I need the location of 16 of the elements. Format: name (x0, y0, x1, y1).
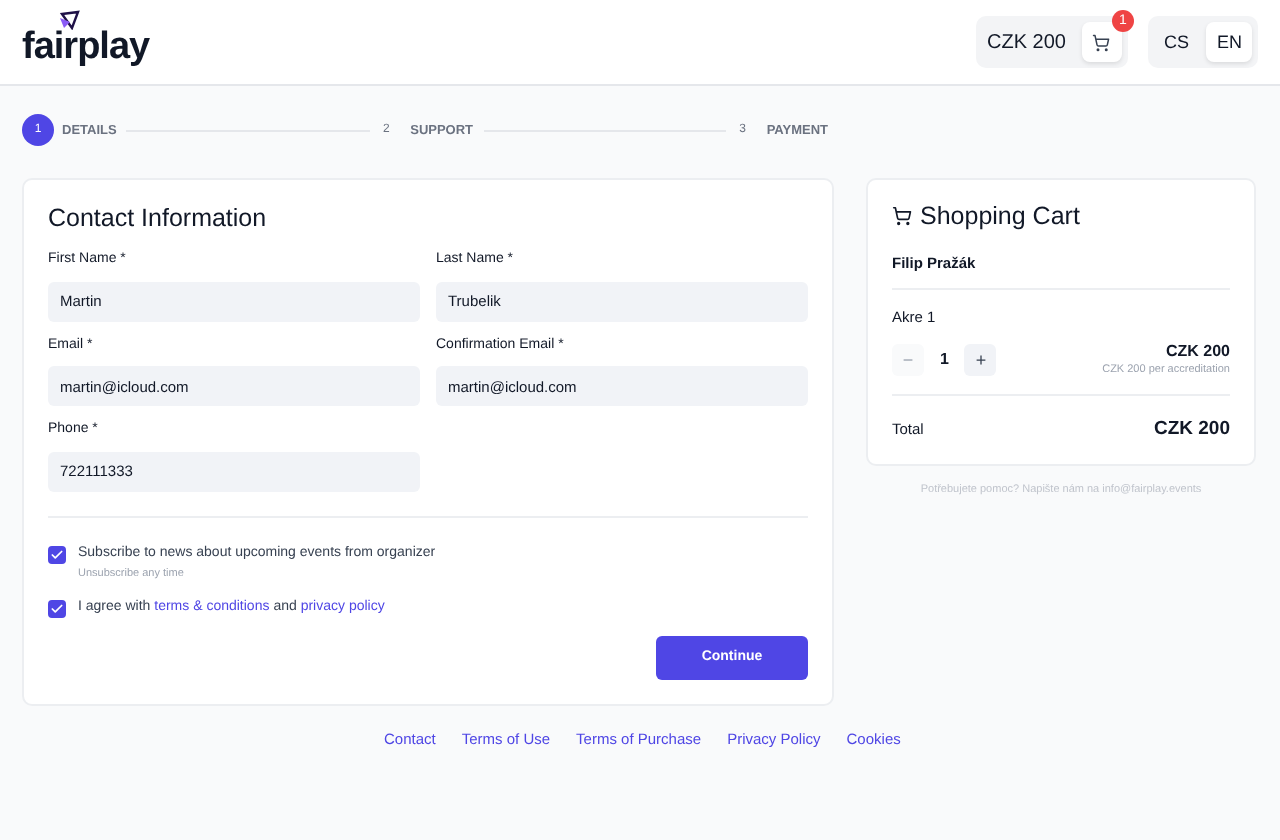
increase-button[interactable]: + (964, 343, 997, 375)
logo-icon (58, 10, 82, 30)
checkbox[interactable] (48, 599, 66, 617)
checkbox[interactable] (48, 545, 66, 563)
item-price: CZK 200 (1163, 342, 1230, 360)
cart-icon (892, 206, 912, 226)
card-title: Contact Information (48, 204, 269, 232)
cart-total: CZK 200 (985, 31, 1068, 53)
cart-icon (1092, 33, 1111, 51)
quantity: 1 (940, 350, 949, 368)
cart-button[interactable] (1081, 22, 1122, 62)
card-title: Shopping Cart (920, 202, 1080, 230)
language-option[interactable]: CS (1153, 22, 1199, 62)
logo[interactable]: fairplay (22, 26, 150, 70)
language-option[interactable]: EN (1206, 22, 1252, 62)
total-price: CZK 200 (1153, 418, 1230, 440)
